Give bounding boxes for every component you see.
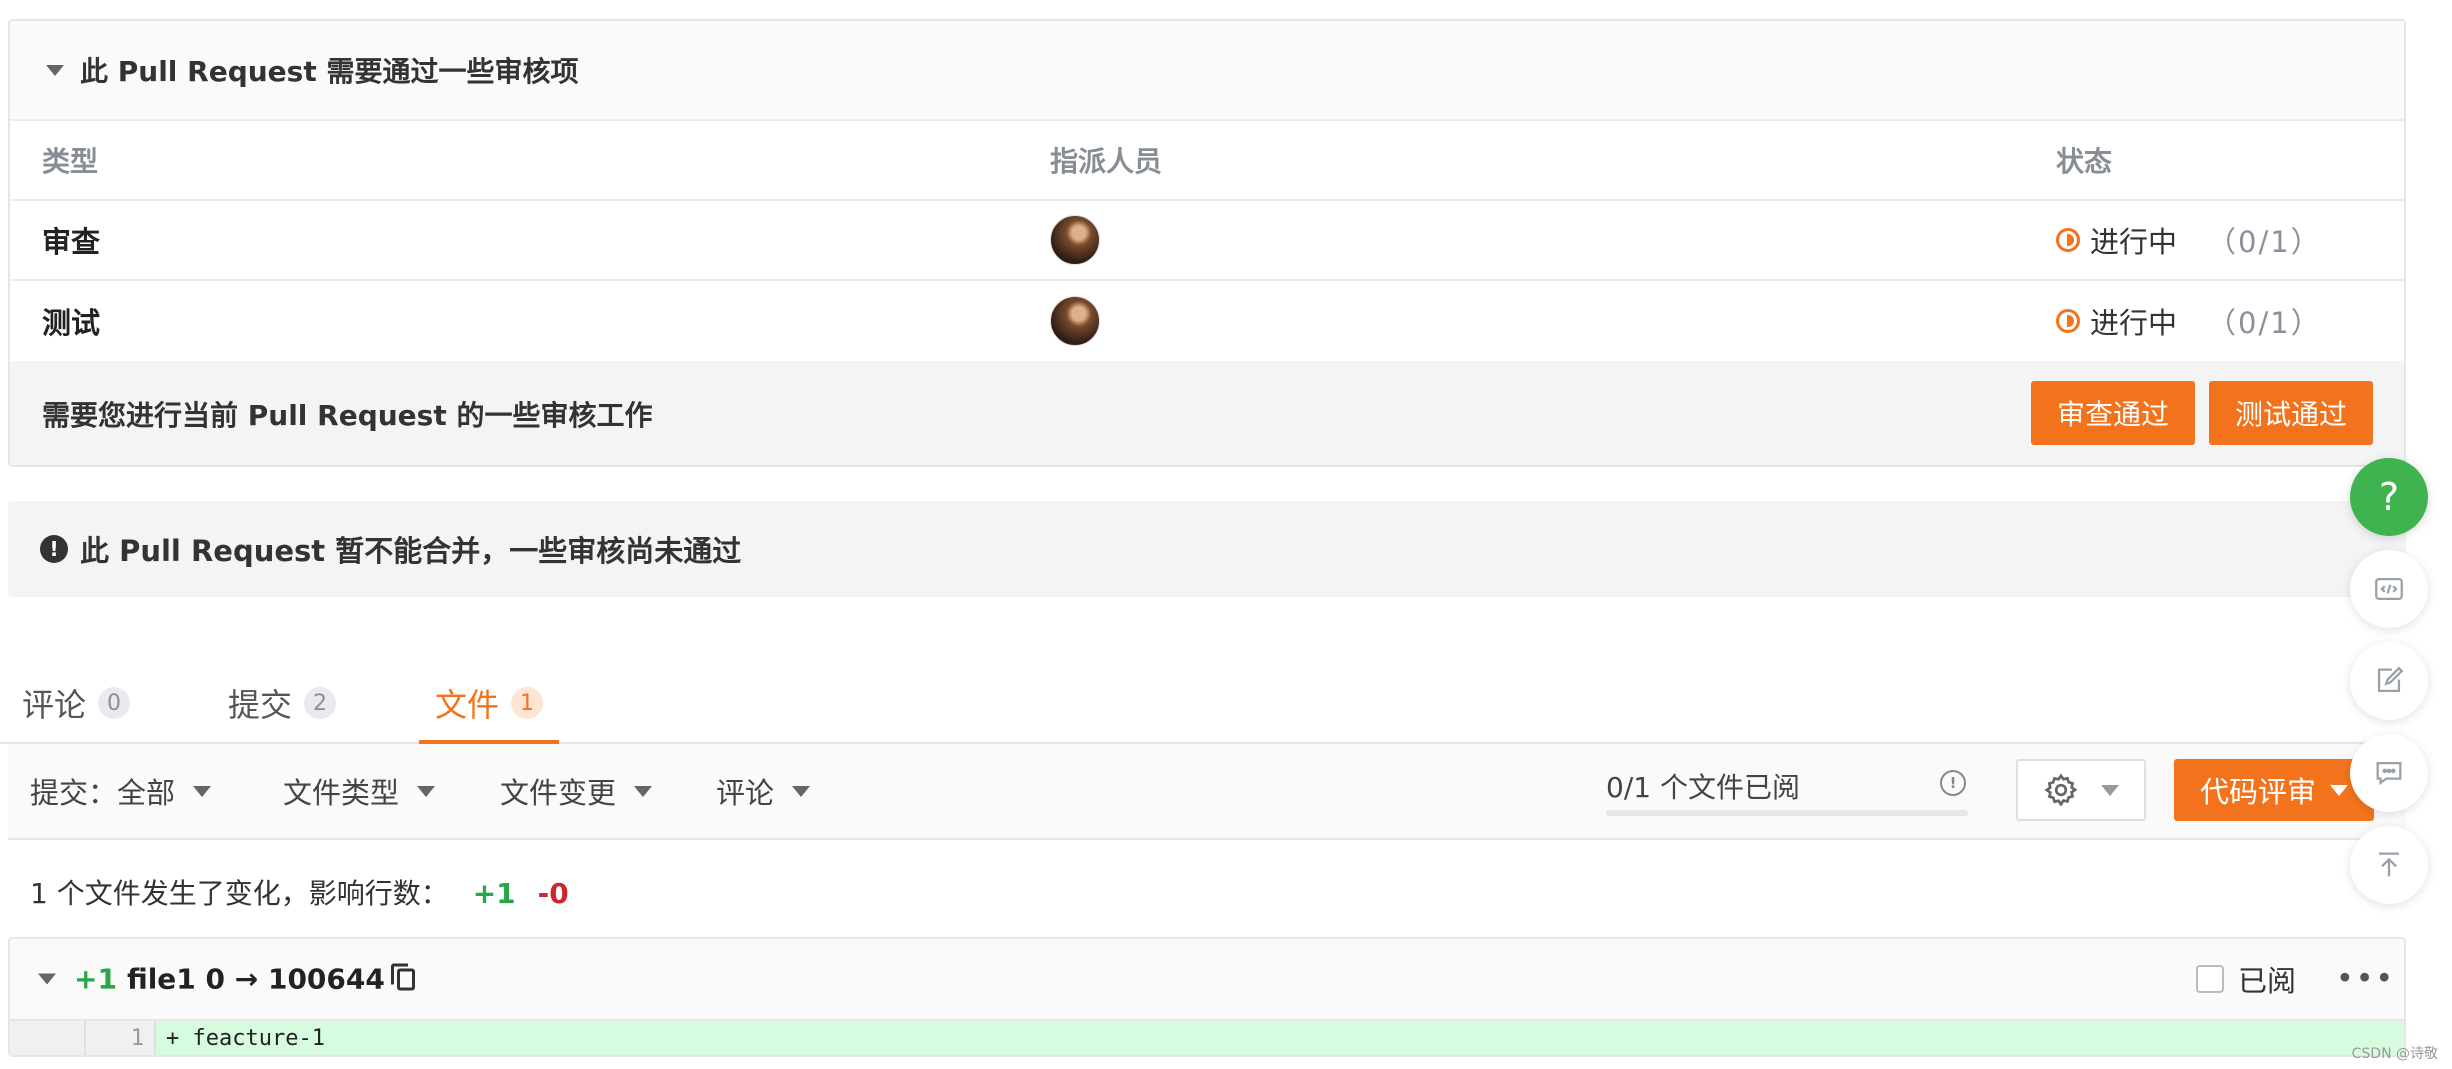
info-icon[interactable]: ! [1940,770,1966,796]
file-change-dropdown[interactable]: 文件变更 [500,770,653,812]
comment-filter-dropdown[interactable]: 评论 [716,770,811,812]
gear-icon [2044,773,2078,807]
exclamation-icon: ! [40,535,68,563]
old-line-number [10,1021,86,1055]
diff-line-content: + feacture-1 [166,1026,325,1051]
copy-icon[interactable] [390,963,415,990]
approve-review-button[interactable]: 审查通过 [2031,381,2195,445]
diff-settings-button[interactable] [2016,759,2146,821]
file-filter-bar: 提交： 全部 文件类型 文件变更 评论 0/1 个文件已阅 ! 代码评审 [8,744,2406,840]
file-change-label: 文件变更 [500,776,617,810]
progress-track [1606,810,1968,816]
new-line-number: 1 [86,1021,156,1055]
table-row: 测试 进行中 （0/1） [10,281,2404,361]
tab-count-badge: 0 [98,687,131,719]
file-type-label: 文件类型 [283,776,400,810]
collapse-caret-icon[interactable] [38,973,56,985]
checkbox[interactable] [2196,965,2224,993]
code-icon [2375,577,2403,601]
comment-filter-label: 评论 [716,776,775,810]
viewed-progress-label: 0/1 个文件已阅 [1606,771,1800,804]
review-panel-header[interactable]: 此 Pull Request 需要通过一些审核项 [10,21,2404,121]
review-panel-title: 此 Pull Request 需要通过一些审核项 [80,55,579,88]
comment-icon [2376,761,2402,786]
status-text: 进行中 [2090,225,2178,259]
more-icon[interactable]: ••• [2336,962,2395,997]
review-table-header: 类型 指派人员 状态 [10,121,2404,201]
chevron-down-icon [417,785,436,797]
file-diff-header[interactable]: +1 file1 0 → 100644 已阅 ••• [10,939,2404,1021]
viewed-progress: 0/1 个文件已阅 ! [1606,766,1978,816]
status-count: （0/1） [2207,306,2322,340]
back-to-top-icon [2379,852,2399,877]
diff-summary-text: 1 个文件发生了变化，影响行数： [30,877,449,910]
diff-line: 1 + feacture-1 [10,1021,2404,1055]
chevron-down-icon [634,785,653,797]
column-assignee: 指派人员 [1050,145,1163,178]
tab-label: 提交 [228,686,293,724]
edit-icon [2377,666,2404,693]
tab-comments[interactable]: 评论 0 [22,664,131,742]
chevron-down-icon [2330,784,2348,796]
code-review-button[interactable]: 代码评审 [2174,759,2374,821]
collapse-caret-icon[interactable] [46,64,64,76]
avatar[interactable] [1050,296,1100,346]
viewed-label: 已阅 [2238,964,2297,998]
commit-filter-dropdown[interactable]: 提交： 全部 [30,770,212,812]
merge-notice-text: 此 Pull Request 暂不能合并，一些审核尚未通过 [80,534,742,568]
status-count: （0/1） [2207,225,2322,259]
code-review-label: 代码评审 [2199,775,2316,809]
help-icon: ? [2378,475,2400,519]
review-action-bar: 需要您进行当前 Pull Request 的一些审核工作 审查通过 测试通过 [10,361,2404,465]
tab-commits[interactable]: 提交 2 [228,664,337,742]
column-type: 类型 [42,145,99,178]
chevron-down-icon [792,785,811,797]
back-to-top-button[interactable] [2350,826,2428,904]
tab-count-badge: 2 [304,687,337,719]
file-additions: +1 [74,962,117,996]
status-text: 进行中 [2090,306,2178,340]
row-type: 审查 [42,225,101,259]
file-diff: +1 file1 0 → 100644 已阅 ••• 1 + feacture-… [8,937,2406,1057]
merge-blocked-notice: ! 此 Pull Request 暂不能合并，一些审核尚未通过 [8,501,2406,597]
chevron-down-icon [193,785,212,797]
column-status: 状态 [2056,145,2113,178]
commit-filter-value: 全部 [117,776,176,810]
file-name: file1 0 → 100644 [126,962,385,996]
tab-label: 评论 [22,686,87,724]
commit-filter-label: 提交： [30,776,118,810]
table-row: 审查 进行中 （0/1） [10,201,2404,281]
help-button[interactable]: ? [2350,458,2428,536]
row-type: 测试 [42,306,101,340]
in-progress-icon [2056,228,2080,252]
in-progress-icon [2056,309,2080,333]
viewed-checkbox[interactable]: 已阅 [2196,958,2296,1000]
edit-button[interactable] [2350,642,2428,720]
diff-summary: 1 个文件发生了变化，影响行数： +1 -0 [30,872,569,912]
file-type-dropdown[interactable]: 文件类型 [283,770,436,812]
avatar[interactable] [1050,215,1100,265]
review-panel: 此 Pull Request 需要通过一些审核项 类型 指派人员 状态 审查 进… [8,19,2406,467]
tab-label: 文件 [435,686,500,724]
approve-test-button[interactable]: 测试通过 [2209,381,2373,445]
watermark: CSDN @诗敬 [2351,1046,2438,1062]
lines-removed: -0 [537,877,569,910]
comment-button[interactable] [2350,734,2428,812]
review-action-message: 需要您进行当前 Pull Request 的一些审核工作 [42,399,653,432]
tab-files[interactable]: 文件 1 [419,664,560,744]
lines-added: +1 [472,877,516,910]
code-view-button[interactable] [2350,550,2428,628]
chevron-down-icon [2101,784,2119,796]
tab-count-badge: 1 [511,687,544,719]
pr-tabs: 评论 0 提交 2 文件 1 [0,664,2406,744]
